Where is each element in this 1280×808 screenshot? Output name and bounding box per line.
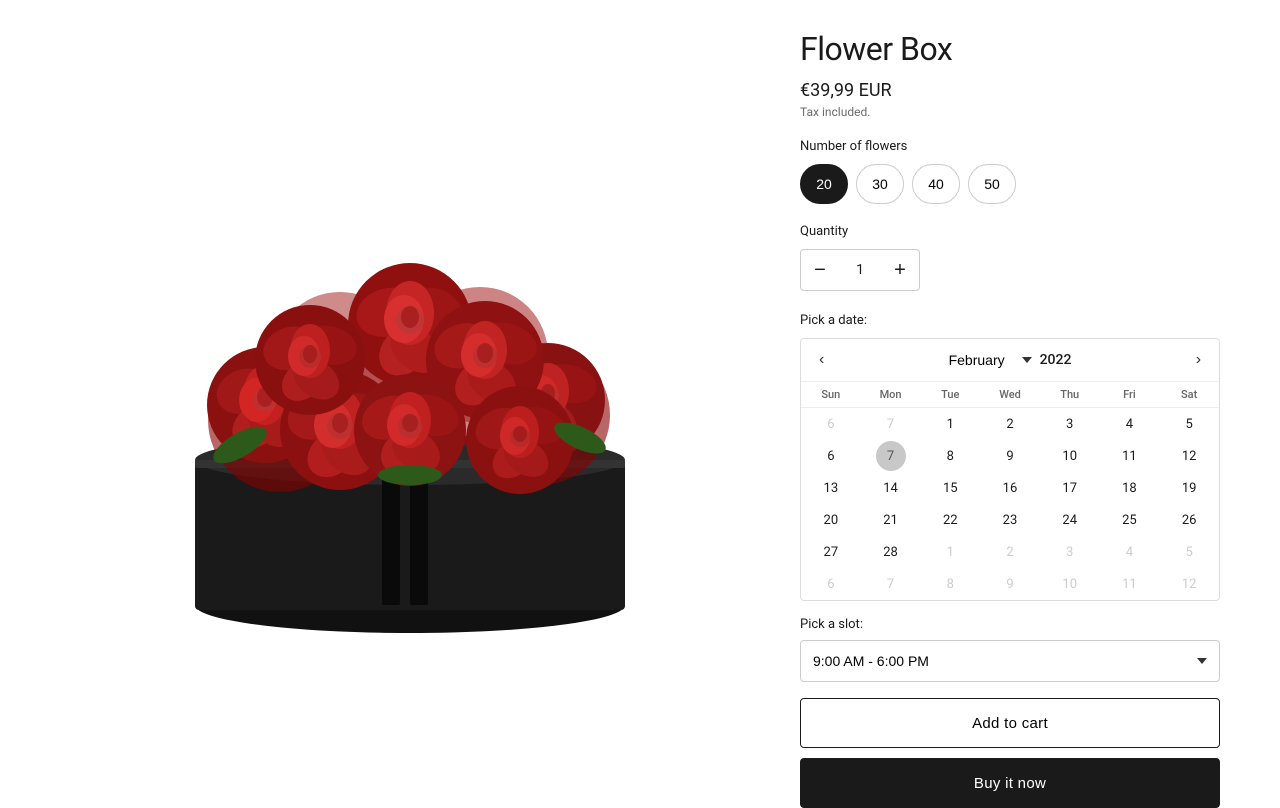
- table-row[interactable]: 10: [1040, 440, 1100, 472]
- product-image-section: [60, 20, 760, 700]
- table-row[interactable]: 11: [1100, 568, 1160, 600]
- day-header-thu: Thu: [1040, 382, 1100, 408]
- table-row[interactable]: 15: [920, 472, 980, 504]
- flower-count-30[interactable]: 30: [856, 164, 904, 204]
- tax-info: Tax included.: [800, 105, 1220, 119]
- table-row[interactable]: 4: [1100, 536, 1160, 568]
- pick-slot-label: Pick a slot:: [800, 617, 1220, 632]
- table-row[interactable]: 22: [920, 504, 980, 536]
- table-row[interactable]: 1: [920, 536, 980, 568]
- quantity-control: − 1 +: [800, 249, 920, 291]
- calendar-prev-button[interactable]: ‹: [813, 349, 830, 371]
- quantity-label: Quantity: [800, 224, 1220, 239]
- buy-now-button[interactable]: Buy it now: [800, 758, 1220, 808]
- calendar-year: 2022: [1040, 352, 1072, 368]
- slot-select[interactable]: 9:00 AM - 6:00 PM 6:00 PM - 9:00 PM: [800, 640, 1220, 682]
- quantity-increase-button[interactable]: +: [881, 250, 919, 290]
- day-header-fri: Fri: [1100, 382, 1160, 408]
- table-row[interactable]: 5: [1159, 408, 1219, 440]
- table-row[interactable]: 28: [861, 536, 921, 568]
- table-row[interactable]: 6: [801, 440, 861, 472]
- calendar-header: ‹ January February March April May June …: [801, 339, 1219, 382]
- calendar-container: ‹ January February March April May June …: [800, 338, 1220, 601]
- table-row[interactable]: 7: [861, 568, 921, 600]
- table-row[interactable]: 12: [1159, 568, 1219, 600]
- table-row[interactable]: 24: [1040, 504, 1100, 536]
- table-row[interactable]: 7: [861, 408, 921, 440]
- day-header-wed: Wed: [980, 382, 1040, 408]
- table-row[interactable]: 9: [980, 440, 1040, 472]
- calendar-grid: Sun Mon Tue Wed Thu Fri Sat 6 7 1 2 3 4 …: [801, 382, 1219, 600]
- table-row[interactable]: 25: [1100, 504, 1160, 536]
- pick-date-label: Pick a date:: [800, 313, 1220, 328]
- table-row[interactable]: 4: [1100, 408, 1160, 440]
- day-header-mon: Mon: [861, 382, 921, 408]
- table-row[interactable]: 16: [980, 472, 1040, 504]
- flower-count-20[interactable]: 20: [800, 164, 848, 204]
- flower-count-40[interactable]: 40: [912, 164, 960, 204]
- table-row[interactable]: 13: [801, 472, 861, 504]
- product-image: [100, 30, 720, 690]
- table-row[interactable]: 10: [1040, 568, 1100, 600]
- day-header-sat: Sat: [1159, 382, 1219, 408]
- day-header-sun: Sun: [801, 382, 861, 408]
- table-row[interactable]: 8: [920, 440, 980, 472]
- table-row[interactable]: 21: [861, 504, 921, 536]
- table-row[interactable]: 9: [980, 568, 1040, 600]
- table-row[interactable]: 2: [980, 408, 1040, 440]
- month-select[interactable]: January February March April May June Ju…: [949, 352, 1034, 368]
- table-row[interactable]: 19: [1159, 472, 1219, 504]
- table-row[interactable]: 11: [1100, 440, 1160, 472]
- table-row[interactable]: 6: [801, 408, 861, 440]
- table-row[interactable]: 17: [1040, 472, 1100, 504]
- table-row[interactable]: 2: [980, 536, 1040, 568]
- day-header-tue: Tue: [920, 382, 980, 408]
- table-row[interactable]: 18: [1100, 472, 1160, 504]
- product-price: €39,99 EUR: [800, 80, 1220, 101]
- flower-count-label: Number of flowers: [800, 139, 1220, 154]
- product-title: Flower Box: [800, 30, 1220, 68]
- flower-count-options: 20 30 40 50: [800, 164, 1220, 204]
- product-details: Flower Box €39,99 EUR Tax included. Numb…: [800, 20, 1220, 808]
- quantity-section: Quantity − 1 +: [800, 224, 1220, 291]
- calendar-next-button[interactable]: ›: [1190, 349, 1207, 371]
- table-row[interactable]: 6: [801, 568, 861, 600]
- table-row[interactable]: 3: [1040, 536, 1100, 568]
- table-row[interactable]: 8: [920, 568, 980, 600]
- table-row[interactable]: 14: [861, 472, 921, 504]
- table-row[interactable]: 27: [801, 536, 861, 568]
- quantity-value: 1: [839, 262, 881, 278]
- table-row[interactable]: 5: [1159, 536, 1219, 568]
- table-row[interactable]: 1: [920, 408, 980, 440]
- add-to-cart-button[interactable]: Add to cart: [800, 698, 1220, 748]
- table-row[interactable]: 20: [801, 504, 861, 536]
- table-row[interactable]: 12: [1159, 440, 1219, 472]
- table-row[interactable]: 26: [1159, 504, 1219, 536]
- calendar-day-7-selected[interactable]: 7: [861, 440, 921, 472]
- quantity-decrease-button[interactable]: −: [801, 250, 839, 290]
- table-row[interactable]: 3: [1040, 408, 1100, 440]
- flower-count-50[interactable]: 50: [968, 164, 1016, 204]
- table-row[interactable]: 23: [980, 504, 1040, 536]
- page-container: Flower Box €39,99 EUR Tax included. Numb…: [0, 0, 1280, 720]
